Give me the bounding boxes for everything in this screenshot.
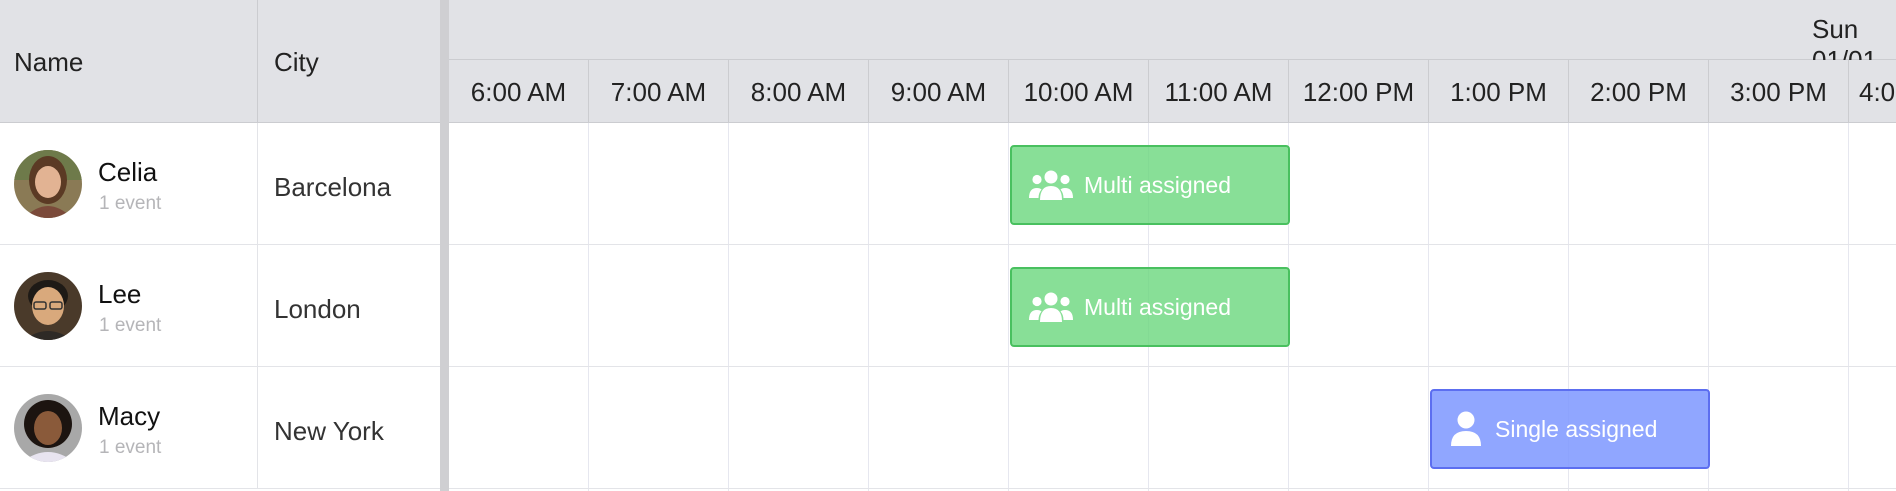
resource-row[interactable]: Macy 1 event New York [0,367,440,489]
hour-header-cell: 6:00 AM [449,60,589,122]
event-bar[interactable]: Single assigned [1430,389,1710,469]
resource-name-cell[interactable]: Celia 1 event [0,123,258,244]
event-title: Single assigned [1495,415,1658,442]
event-title: Multi assigned [1084,293,1232,320]
resource-city: New York [274,416,384,446]
row-line [449,488,1896,489]
resource-event-count: 1 event [99,193,162,214]
event-bar[interactable]: Multi assigned [1010,145,1290,225]
resource-name-cell[interactable]: Macy 1 event [0,367,258,488]
column-header-city[interactable]: City [258,0,440,123]
grid-line [588,123,589,491]
column-header-city-label: City [274,47,319,77]
schedule-grid[interactable]: Multi assigned Multi assigned Single ass… [449,123,1896,491]
avatar [14,272,82,340]
column-header-name[interactable]: Name [0,0,258,123]
hour-header-cell: 10:00 AM [1009,60,1149,122]
event-title: Multi assigned [1084,171,1232,198]
resource-city-cell[interactable]: Barcelona [258,123,440,244]
resource-name: Lee [98,279,142,309]
resource-row[interactable]: Celia 1 event Barcelona [0,123,440,245]
avatar [14,394,82,462]
schedule-area: Sun 01/01 6:00 AM 7:00 AM 8:00 AM 9:00 A… [449,0,1896,491]
avatar [14,150,82,218]
hour-header-cell: 4:00 PM [1849,60,1896,122]
resource-row[interactable]: Lee 1 event London [0,245,440,367]
scheduler: Name City Celia 1 event Barcelona Lee 1 … [0,0,1896,491]
users-icon [1028,168,1076,202]
grid-splitter[interactable] [440,0,449,491]
row-line [449,366,1896,367]
hour-header-cell: 2:00 PM [1569,60,1709,122]
hour-header-cell: 7:00 AM [589,60,729,122]
grid-line [1848,123,1849,491]
hour-header-cell: 8:00 AM [729,60,869,122]
resource-city-cell[interactable]: London [258,245,440,366]
user-icon [1450,411,1484,446]
event-bar[interactable]: Multi assigned [1010,267,1290,347]
resource-name: Macy [98,401,161,431]
hour-header: 6:00 AM 7:00 AM 8:00 AM 9:00 AM 10:00 AM… [449,60,1896,123]
grid-line [728,123,729,491]
hour-header-cell: 11:00 AM [1149,60,1289,122]
resource-event-count: 1 event [99,315,162,336]
hour-header-cell: 1:00 PM [1429,60,1569,122]
grid-line [1008,123,1009,491]
hour-header-cell: 12:00 PM [1289,60,1429,122]
column-header-name-label: Name [14,47,84,77]
hour-header-cell: 3:00 PM [1709,60,1849,122]
resource-city: Barcelona [274,172,392,202]
resource-city: London [274,294,361,324]
date-header: Sun 01/01 [449,0,1896,75]
grid-line [868,123,869,491]
resource-name-cell[interactable]: Lee 1 event [0,245,258,366]
resource-event-count: 1 event [99,437,162,458]
hour-header-cell: 9:00 AM [869,60,1009,122]
resource-name: Celia [98,157,158,187]
row-line [449,244,1896,245]
users-icon [1028,290,1076,324]
grid-line [1428,123,1429,491]
resource-grid: Name City Celia 1 event Barcelona Lee 1 … [0,0,440,491]
resource-city-cell[interactable]: New York [258,367,440,488]
